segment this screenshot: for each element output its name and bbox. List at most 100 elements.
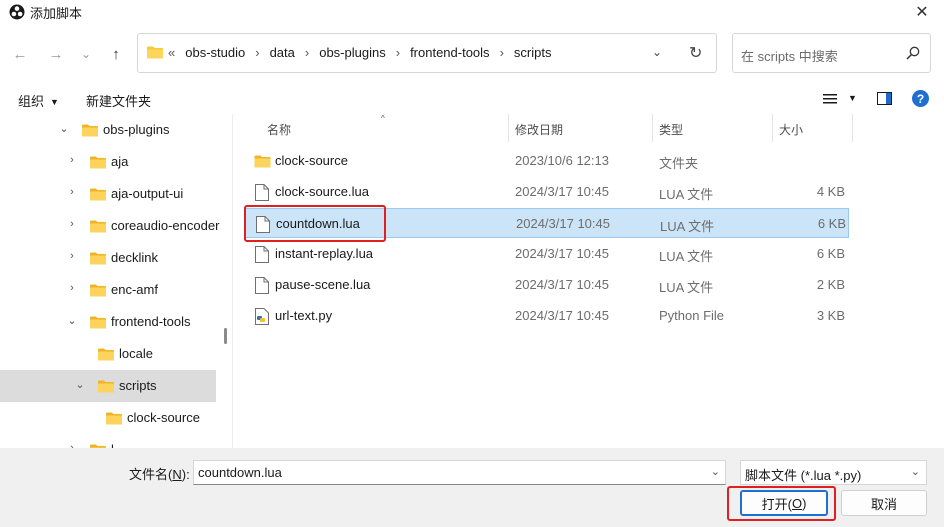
tree-item[interactable]: › aja [0,146,216,178]
breadcrumb-separator-icon[interactable]: › [255,45,259,60]
python-file-icon [255,308,269,325]
filename-value: countdown.lua [198,465,282,480]
chevron-right-icon[interactable]: › [66,218,78,230]
column-header-name[interactable]: 名称 [267,121,291,138]
address-bar[interactable]: « obs-studio › data › obs-plugins › fron… [137,33,717,73]
view-options-icon[interactable] [823,93,837,105]
column-header-modified[interactable]: 修改日期 [515,121,563,138]
folder-icon [90,188,106,201]
back-button[interactable]: ← [8,42,32,66]
breadcrumb-item[interactable]: obs-plugins [319,45,386,60]
tree-item[interactable]: ⌄ obs-plugins [0,114,216,146]
folder-icon [98,380,114,393]
file-modified: 2024/3/17 10:45 [515,277,609,292]
annotation-highlight-file [244,205,386,242]
filename-label-text: 文件名( [129,467,173,482]
column-header-size[interactable]: 大小 [779,121,803,138]
search-input[interactable]: 在 scripts 中搜索 [732,33,931,73]
filename-input[interactable]: countdown.lua ⌄ [193,460,726,485]
folder-icon [90,156,106,169]
folder-icon [90,316,106,329]
file-icon [255,246,269,263]
preview-pane-icon[interactable] [877,92,892,105]
up-button[interactable]: ↑ [104,42,128,66]
folder-icon [98,380,114,393]
file-type: LUA 文件 [660,219,715,234]
tree-item[interactable]: locale [0,338,216,370]
tree-scrollbar-thumb[interactable] [224,328,227,344]
cancel-button[interactable]: 取消 [841,490,927,516]
file-size: 6 KB [816,246,845,261]
tree-item-label: frontend-tools [111,314,191,329]
arrow-right-icon: → [48,45,64,63]
breadcrumb-separator-icon[interactable]: › [500,45,504,60]
chevron-down-icon[interactable]: ⌄ [66,314,78,327]
file-row[interactable]: clock-source.lua 2024/3/17 10:45 LUA 文件 4 K… [245,177,849,207]
file-modified: 2024/3/17 10:45 [515,184,609,199]
column-separator[interactable] [772,114,773,142]
chevron-right-icon[interactable]: › [66,186,78,198]
file-row[interactable]: instant-replay.lua 2024/3/17 10:45 LUA 文件 6… [245,239,849,269]
caret-down-icon: ▼ [50,97,59,107]
column-separator[interactable] [508,114,509,142]
breadcrumb-overflow-icon[interactable]: « [168,45,175,60]
search-icon [906,46,920,60]
tree-item[interactable]: ⌄ scripts [0,370,216,402]
column-separator[interactable] [852,114,853,142]
folder-icon [90,252,106,265]
close-button[interactable]: ✕ [900,0,944,24]
search-placeholder: 在 scripts 中搜索 [741,49,838,64]
tree-item-label: aja [111,154,129,169]
tree-item-label: aja-output-ui [111,186,184,201]
arrow-up-icon: ↑ [112,45,120,63]
cancel-label: 取消 [870,496,897,512]
file-row[interactable]: clock-source 2023/10/6 12:13 文件夹 [245,146,849,176]
organize-label: 组织 [18,94,45,109]
tree-item-label: enc-amf [111,282,158,297]
tree-item[interactable]: ›l [0,434,216,448]
refresh-icon[interactable]: ↻ [689,43,702,63]
file-list: ^ 名称 修改日期 类型 大小 clock-source 2023/10/6 12… [233,114,944,448]
chevron-down-icon[interactable]: ⌄ [58,122,70,135]
chevron-down-icon[interactable]: ⌄ [74,378,86,391]
tree-item[interactable]: › enc-amf [0,274,216,306]
column-header-type[interactable]: 类型 [659,121,683,138]
breadcrumb-separator-icon[interactable]: › [305,45,309,60]
tree-item-label: obs-plugins [103,122,170,137]
tree-item[interactable]: › aja-output-ui [0,178,216,210]
chevron-right-icon[interactable]: › [66,250,78,262]
folder-icon [98,348,114,361]
breadcrumb-item[interactable]: frontend-tools [410,45,490,60]
breadcrumb-item[interactable]: data [270,45,295,60]
chevron-right-icon[interactable]: › [66,154,78,166]
breadcrumb-item[interactable]: scripts [514,45,552,60]
tree-item[interactable]: ⌄ frontend-tools [0,306,216,338]
file-type: 文件夹 [659,156,699,171]
folder-icon [90,252,106,265]
file-type-select[interactable]: 脚本文件 (*.lua *.py) ⌄ [740,460,927,485]
new-folder-button[interactable]: 新建文件夹 [86,91,151,110]
chevron-down-icon[interactable]: ⌄ [711,465,720,478]
column-separator[interactable] [652,114,653,142]
tree-item[interactable]: › decklink [0,242,216,274]
file-type: LUA 文件 [659,187,714,202]
view-caret-icon[interactable]: ▼ [848,93,857,103]
breadcrumb-separator-icon[interactable]: › [396,45,400,60]
tree-item[interactable]: clock-source [0,402,216,434]
filename-label-tail: ): [181,467,190,482]
folder-icon [98,348,114,361]
address-dropdown-icon[interactable]: ⌄ [652,45,662,59]
forward-button[interactable]: → [44,42,68,66]
file-row[interactable]: pause-scene.lua 2024/3/17 10:45 LUA 文件 2 KB [245,270,849,300]
chevron-right-icon[interactable]: › [66,282,78,294]
tree-item[interactable]: › coreaudio-encoder [0,210,219,242]
file-icon [255,277,269,294]
filename-label-accesskey: N [172,467,182,482]
organize-menu-button[interactable]: 组织 ▼ [18,91,59,110]
file-row[interactable]: url-text.py 2024/3/17 10:45 Python File 3 K… [245,301,849,331]
help-icon[interactable]: ? [912,90,929,107]
file-modified: 2024/3/17 10:45 [515,246,609,261]
recent-locations-button[interactable]: ⌄ [74,42,98,66]
breadcrumb-item[interactable]: obs-studio [185,45,245,60]
tree-item-label: decklink [111,250,158,265]
